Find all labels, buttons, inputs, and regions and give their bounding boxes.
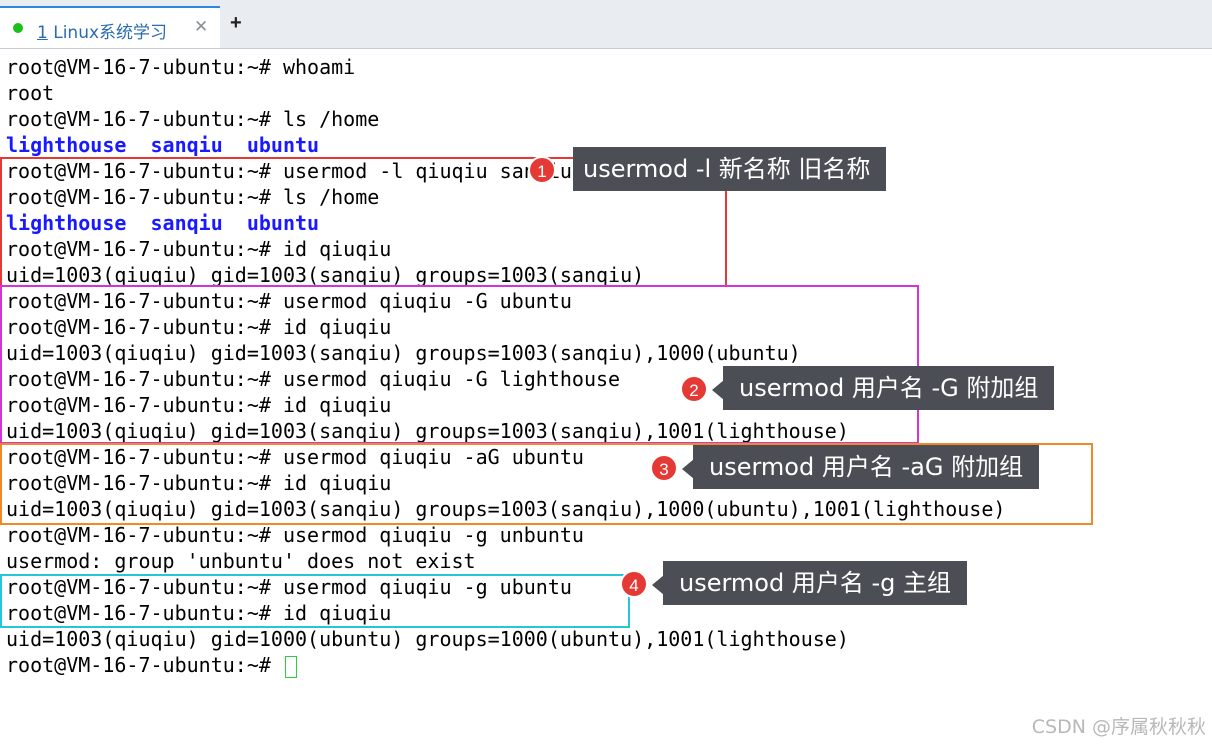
terminal-prompt: root@VM-16-7-ubuntu:~# [6, 653, 283, 677]
step-badge: 3 [650, 454, 678, 482]
step-badge: 4 [620, 570, 648, 598]
terminal-line-directory-listing: lighthouse sanqiu ubuntu [6, 133, 320, 157]
tab-linux-learning[interactable]: 1 Linux系统学习 ✕ [0, 6, 220, 48]
highlight-box-supplementary-group [0, 285, 919, 444]
terminal-line: root@VM-16-7-ubuntu:~# usermod qiuqiu -g… [6, 523, 584, 547]
callout-append-group: usermod 用户名 -aG 附加组 [693, 445, 1040, 489]
terminal-cursor [284, 655, 297, 678]
terminal-line: uid=1003(qiuqiu) gid=1000(ubuntu) groups… [6, 627, 849, 651]
step-badge: 2 [680, 375, 708, 403]
terminal-line: root@VM-16-7-ubuntu:~# ls /home [6, 107, 380, 131]
terminal-line: usermod: group 'unbuntu' does not exist [6, 549, 476, 573]
connection-status-icon [13, 23, 23, 33]
terminal-line: root [6, 81, 55, 105]
highlight-box-primary-group [0, 574, 630, 628]
close-tab-icon[interactable]: ✕ [194, 17, 208, 37]
tab-title: Linux系统学习 [53, 23, 168, 43]
callout-primary-group: usermod 用户名 -g 主组 [663, 561, 968, 605]
watermark: CSDN @序属秋秋秋 [1031, 716, 1206, 738]
step-badge: 1 [528, 156, 556, 184]
tab-label: 1 Linux系统学习 [37, 18, 167, 43]
tab-bar: 1 Linux系统学习 ✕ + [0, 0, 1212, 49]
tab-number: 1 [37, 23, 48, 43]
callout-supplementary-group: usermod 用户名 -G 附加组 [723, 366, 1055, 410]
callout-rename: usermod -l 新名称 旧名称 [573, 147, 887, 191]
terminal-prompt-line[interactable]: root@VM-16-7-ubuntu:~# [6, 652, 297, 678]
new-tab-button[interactable]: + [230, 12, 242, 35]
terminal-line: root@VM-16-7-ubuntu:~# whoami [6, 55, 356, 79]
